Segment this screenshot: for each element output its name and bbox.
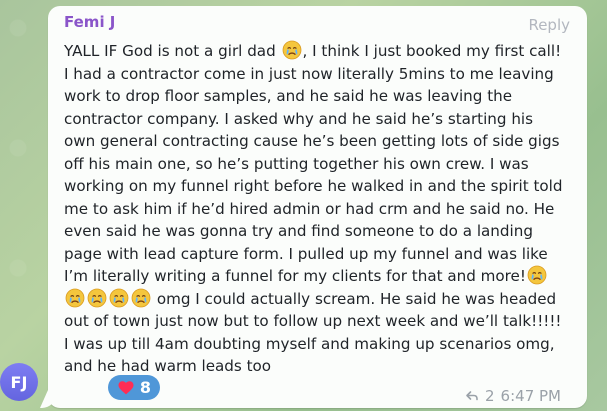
forward-count: 2 (485, 387, 495, 405)
timestamp: 6:47 PM (500, 387, 561, 405)
crying-face-icon (527, 265, 547, 285)
heart-icon (117, 379, 135, 397)
avatar[interactable]: FJ (0, 363, 38, 401)
reaction-count: 8 (139, 378, 152, 397)
message-text-part-1: YALL IF God is not a girl dad (64, 42, 281, 60)
crying-face-icon (282, 40, 301, 60)
reaction-badge[interactable]: 8 (108, 375, 160, 400)
message-bubble[interactable]: Femi J Reply YALL IF God is not a girl d… (48, 6, 587, 408)
forward-icon (466, 391, 478, 401)
crying-face-icon (109, 288, 129, 307)
avatar-initials: FJ (10, 372, 28, 392)
crying-face-icon (87, 288, 107, 307)
message-text-part-2: , I think I just booked my first call! I… (64, 42, 563, 285)
sender-name[interactable]: Femi J (64, 13, 115, 31)
message-text: YALL IF God is not a girl dad , I think … (64, 40, 569, 378)
reply-button[interactable]: Reply (528, 16, 570, 34)
message-meta: 2 6:47 PM (465, 387, 561, 405)
crying-face-icon (65, 288, 85, 307)
crying-face-icon (131, 288, 151, 307)
